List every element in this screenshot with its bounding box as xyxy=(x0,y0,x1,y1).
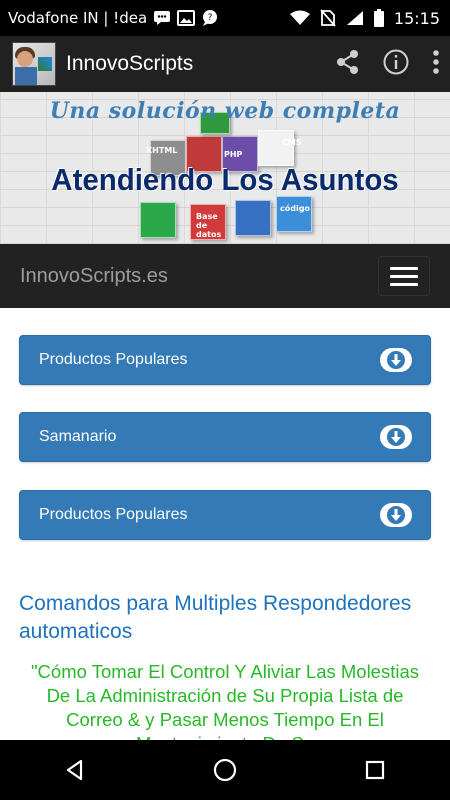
app-title: InnovoScripts xyxy=(66,52,194,75)
header-banner: Una solución web completa Atendiendo Los… xyxy=(0,92,450,244)
cube-label: PHP xyxy=(224,150,243,159)
home-button[interactable] xyxy=(195,740,255,800)
app-bar: InnovoScripts xyxy=(0,36,450,92)
status-bar: Vodafone IN | !dea ? 15:15 xyxy=(0,0,450,36)
cube-lightblue xyxy=(276,196,312,232)
accordion-productos-populares-2[interactable]: Productos Populares xyxy=(19,490,431,540)
accordion-label: Productos Populares xyxy=(39,351,188,368)
no-sim-icon xyxy=(320,9,336,27)
clock: 15:15 xyxy=(393,8,440,28)
cube-label: XHTML xyxy=(146,146,178,155)
carrier-label: Vodafone IN | !dea xyxy=(8,9,148,27)
hamburger-line xyxy=(390,266,418,270)
share-icon[interactable] xyxy=(334,48,362,80)
system-nav-bar xyxy=(0,740,450,800)
cube-label: Base de datos xyxy=(196,212,222,239)
info-icon[interactable] xyxy=(382,48,410,80)
download-arrow-icon[interactable] xyxy=(380,503,412,527)
svg-text:?: ? xyxy=(208,13,213,23)
cube-label: código xyxy=(280,204,310,213)
cube-blue xyxy=(235,200,271,236)
cube-label: CMS xyxy=(282,138,302,147)
accordion-label: Samanario xyxy=(39,428,117,445)
menu-toggle-button[interactable] xyxy=(378,256,430,296)
app-logo xyxy=(12,42,56,86)
overflow-menu-icon[interactable] xyxy=(430,48,442,80)
chat-icon: ? xyxy=(201,9,219,27)
wifi-icon xyxy=(289,10,310,26)
cube-white xyxy=(258,130,294,166)
banner-subtitle: Una solución web completa xyxy=(49,98,401,124)
site-brand-link[interactable]: InnovoScripts.es xyxy=(20,265,168,288)
download-arrow-icon[interactable] xyxy=(380,348,412,372)
accordion-productos-populares[interactable]: Productos Populares xyxy=(19,335,431,385)
hamburger-line xyxy=(390,282,418,286)
accordion-label: Productos Populares xyxy=(39,506,188,523)
hamburger-line xyxy=(390,274,418,278)
cube-green xyxy=(140,202,176,238)
section-heading: Comandos para Multiples Respondedores au… xyxy=(19,592,412,643)
banner-headline: Atendiendo Los Asuntos xyxy=(51,162,399,197)
site-navbar: InnovoScripts.es xyxy=(0,244,450,308)
battery-icon xyxy=(373,9,384,27)
image-icon xyxy=(177,10,196,26)
download-arrow-icon[interactable] xyxy=(380,425,412,449)
recents-button[interactable] xyxy=(345,740,405,800)
back-button[interactable] xyxy=(45,740,105,800)
signal-icon xyxy=(346,10,364,26)
accordion-samanario[interactable]: Samanario xyxy=(19,412,431,462)
message-icon xyxy=(153,10,171,26)
